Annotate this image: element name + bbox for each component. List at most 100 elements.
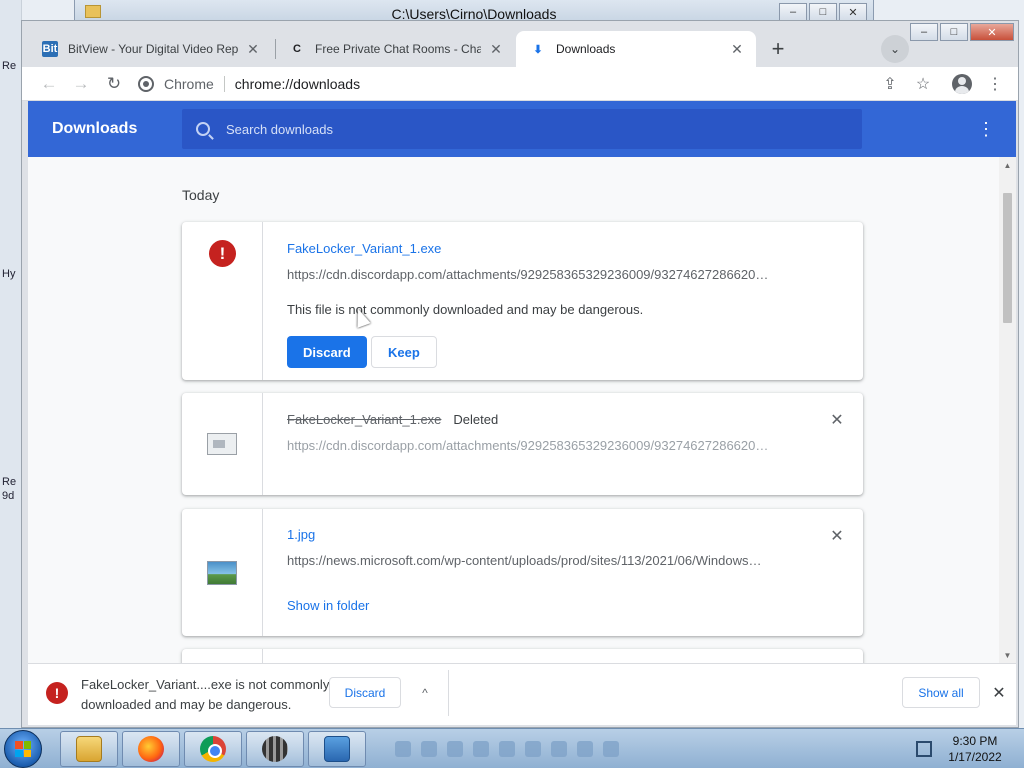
forward-button[interactable]: → [68,71,94,97]
share-icon[interactable]: ⇪ [877,71,903,97]
downloads-list: Today ! FakeLocker_Variant_1.exe https:/… [28,157,1016,663]
download-icon-column [182,509,263,636]
network-tray-icon[interactable] [916,741,932,757]
show-all-button[interactable]: Show all [902,677,980,708]
system-clock[interactable]: 9:30 PM 1/17/2022 [940,733,1010,765]
more-actions-icon[interactable]: ⋮ [974,117,998,141]
control-panel-icon [324,736,350,762]
file-url[interactable]: https://cdn.discordapp.com/attachments/9… [287,267,787,282]
download-favicon-icon: ⬇ [533,43,543,56]
chevron-up-icon[interactable]: ^ [414,682,436,704]
bitview-favicon-icon: Bit [42,41,58,57]
firefox-icon [138,736,164,762]
chrome-icon [200,736,226,762]
shelf-discard-button[interactable]: Discard [329,677,401,708]
deleted-file-name: FakeLocker_Variant_1.exe [287,412,442,427]
scroll-up-arrow-icon[interactable]: ▲ [999,157,1016,173]
download-icon-column [182,393,263,495]
download-icon-column: ! [182,222,263,380]
chrome-window-controls: – □ ✕ [910,23,1014,41]
back-button[interactable]: ← [36,71,62,97]
minimize-button[interactable]: – [910,23,938,41]
remove-item-close-icon[interactable]: ✕ [827,410,847,430]
profile-avatar-icon [952,74,972,94]
desktop-icon-label[interactable]: 9d [2,490,14,502]
desktop-icons-strip: Re Hy Re 9d [0,0,22,728]
tab-strip: Bit BitView - Your Digital Video Rep ✕ C… [22,21,1018,67]
clock-time: 9:30 PM [952,734,998,748]
search-input[interactable] [226,121,826,137]
download-item-deleted: FakeLocker_Variant_1.exe Deleted https://… [182,393,863,495]
file-url: https://cdn.discordapp.com/attachments/9… [287,438,769,453]
maximize-button[interactable]: □ [940,23,968,41]
tab-close-icon[interactable]: ✕ [487,40,505,58]
shelf-divider [448,670,449,716]
chrome-menu-button[interactable]: ⋮ [982,71,1008,97]
chrome-window: Bit BitView - Your Digital Video Rep ✕ C… [21,20,1019,728]
chatzy-favicon-icon: C [293,43,301,55]
show-in-folder-link[interactable]: Show in folder [287,598,369,613]
new-tab-button[interactable]: + [764,35,792,63]
tab-search-button[interactable]: ⌄ [881,35,909,63]
close-shelf-icon[interactable]: ✕ [988,682,1010,704]
quick-launch-icon[interactable] [395,741,411,757]
scrollbar-thumb[interactable] [1003,193,1012,323]
taskbar-chrome[interactable] [184,731,242,767]
quick-launch-icon[interactable] [499,741,515,757]
file-name-link[interactable]: 1.jpg [287,527,315,542]
danger-icon: ! [209,240,236,267]
search-icon [196,122,210,136]
search-box[interactable] [182,109,862,149]
desktop-icon-label[interactable]: Re [2,60,16,72]
quick-launch-icon[interactable] [473,741,489,757]
maximize-button[interactable]: □ [809,3,837,21]
close-button[interactable]: ✕ [970,23,1014,41]
download-icon-column [182,649,263,663]
clock-date: 1/17/2022 [948,750,1002,764]
quick-launch-icon[interactable] [525,741,541,757]
quick-launch-icon[interactable] [421,741,437,757]
tab-label: BitView - Your Digital Video Rep [68,42,238,56]
tab-close-icon[interactable]: ✕ [728,40,746,58]
date-header: Today [182,187,220,203]
taskbar-media-player[interactable] [246,731,304,767]
file-url[interactable]: https://news.microsoft.com/wp-content/up… [287,553,787,568]
tab-close-icon[interactable]: ✕ [244,40,262,58]
address-chip: Chrome [164,76,225,92]
profile-button[interactable] [949,71,975,97]
quick-launch-icon[interactable] [577,741,593,757]
desktop-icon-label[interactable]: Hy [2,268,15,280]
bookmark-star-icon[interactable]: ☆ [910,71,936,97]
remove-item-close-icon[interactable]: ✕ [827,526,847,546]
taskbar-firefox[interactable] [122,731,180,767]
tab-chatzy[interactable]: C Free Private Chat Rooms - Chatzy ✕ [275,31,515,67]
taskbar-control-panel[interactable] [308,731,366,767]
tab-bitview[interactable]: Bit BitView - Your Digital Video Rep ✕ [28,31,272,67]
page-scrollbar[interactable]: ▲ ▼ [999,157,1016,663]
file-name-row: FakeLocker_Variant_1.exe Deleted [287,412,498,427]
address-bar[interactable]: Chrome chrome://downloads [138,71,858,97]
explorer-window-controls: – □ ✕ [779,3,867,21]
start-button[interactable] [4,730,42,768]
tab-downloads[interactable]: ⬇ Downloads ✕ [516,31,756,67]
quick-launch-icon[interactable] [551,741,567,757]
address-url[interactable]: chrome://downloads [235,76,360,92]
media-player-icon [262,736,288,762]
close-button[interactable]: ✕ [839,3,867,21]
discard-button[interactable]: Discard [287,336,367,368]
quick-launch-icon[interactable] [603,741,619,757]
keep-button[interactable]: Keep [371,336,437,368]
file-name-link[interactable]: FakeLocker_Variant_1.exe [287,241,441,256]
browser-toolbar: ← → ↻ Chrome chrome://downloads ⇪ ☆ ⋮ [22,67,1018,101]
quick-launch-icon[interactable] [447,741,463,757]
desktop-icon-label[interactable]: Re [2,476,16,488]
windows-logo-icon [15,741,31,757]
minimize-button[interactable]: – [779,3,807,21]
download-shelf: ! FakeLocker_Variant....exe is not commo… [28,663,1016,725]
scroll-down-arrow-icon[interactable]: ▼ [999,647,1016,663]
taskbar-explorer[interactable] [60,731,118,767]
download-item-image: 1.jpg https://news.microsoft.com/wp-cont… [182,509,863,636]
image-file-icon [207,560,237,585]
tab-label: Downloads [556,42,616,56]
reload-button[interactable]: ↻ [101,71,127,97]
